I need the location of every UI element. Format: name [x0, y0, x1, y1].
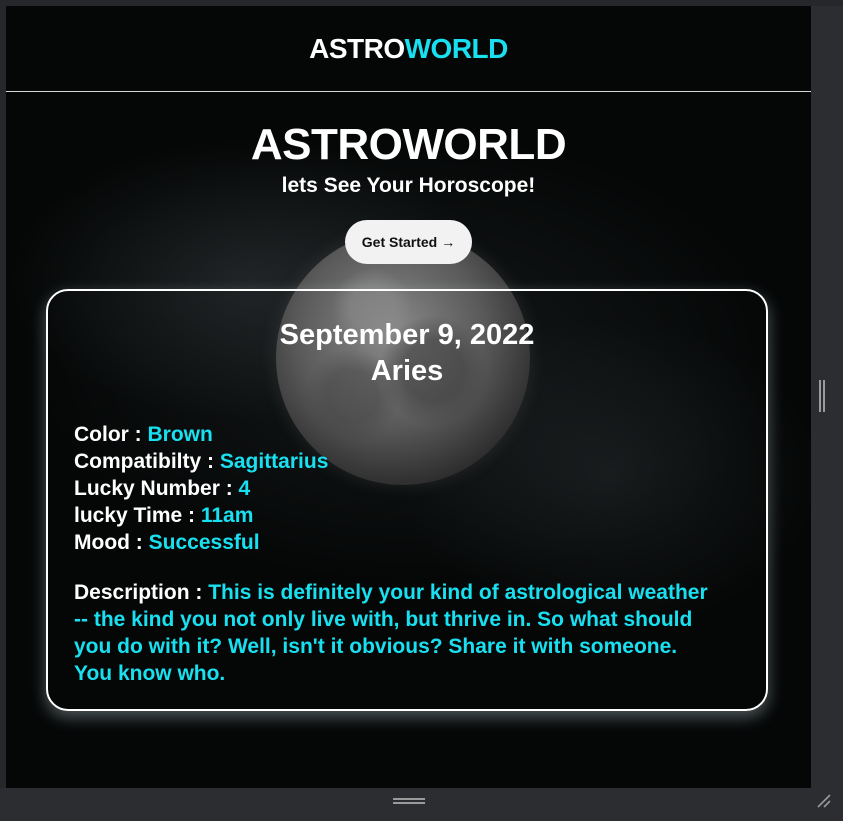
- get-started-label: Get Started: [361, 234, 438, 250]
- color-row: Color : Brown: [74, 421, 328, 448]
- compatibility-label: Compatibilty :: [74, 450, 214, 473]
- mood-value: Successful: [148, 531, 260, 554]
- lucky-number-row: Lucky Number : 4: [74, 475, 328, 502]
- vertical-resize-bar[interactable]: [811, 6, 843, 788]
- lucky-number-value: 4: [238, 477, 251, 500]
- horoscope-card: September 9, 2022 Aries Color : Brown Co…: [46, 289, 768, 711]
- description-label: Description :: [74, 581, 203, 604]
- get-started-button[interactable]: Get Started →: [345, 220, 472, 264]
- lucky-time-row: lucky Time : 11am: [74, 502, 328, 529]
- compatibility-value: Sagittarius: [219, 450, 329, 473]
- brand-world: WORLD: [404, 32, 509, 64]
- arrow-right-icon: →: [441, 234, 456, 250]
- horoscope-date: September 9, 2022: [279, 319, 535, 351]
- horizontal-grip-icon[interactable]: [393, 798, 425, 804]
- navbar-brand[interactable]: ASTROWORLD: [309, 33, 508, 65]
- color-label: Color :: [74, 423, 142, 446]
- hero-title: ASTROWORLD: [250, 120, 567, 169]
- lucky-number-label: Lucky Number :: [74, 477, 233, 500]
- resize-handle-icon[interactable]: [815, 792, 833, 810]
- navbar: ASTROWORLD: [6, 6, 811, 92]
- color-value: Brown: [147, 423, 213, 446]
- page-viewport: ASTROWORLD ASTROWORLD lets See Your Horo…: [6, 6, 811, 788]
- horoscope-details: Color : Brown Compatibilty : Sagittarius…: [74, 421, 328, 556]
- mood-row: Mood : Successful: [74, 529, 328, 556]
- horoscope-sign: Aries: [370, 355, 444, 387]
- compatibility-row: Compatibilty : Sagittarius: [74, 448, 328, 475]
- description: Description : This is definitely your ki…: [74, 579, 714, 687]
- horizontal-resize-bar[interactable]: [0, 788, 843, 821]
- lucky-time-label: lucky Time :: [74, 504, 195, 527]
- lucky-time-value: 11am: [200, 504, 254, 527]
- brand-astro: ASTRO: [309, 32, 405, 64]
- mood-label: Mood :: [74, 531, 143, 554]
- hero-subtitle: lets See Your Horoscope!: [281, 174, 536, 197]
- vertical-grip-icon[interactable]: [819, 380, 825, 412]
